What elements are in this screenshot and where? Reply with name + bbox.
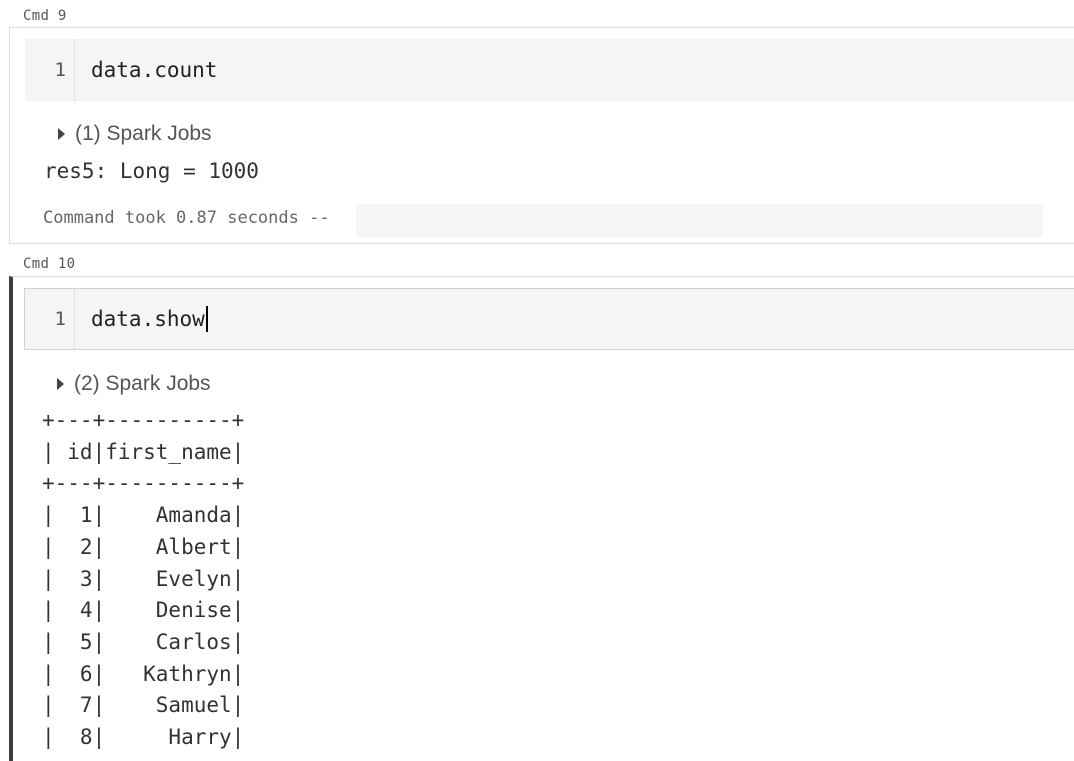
line-number: 1: [25, 289, 75, 349]
code-editor[interactable]: 1 data.count: [25, 39, 1074, 101]
cell-label-cmd-10: Cmd 10: [23, 256, 76, 272]
spark-jobs-toggle[interactable]: (2) Spark Jobs: [57, 372, 211, 396]
show-output-table: +---+----------+ | id|first_name| +---+-…: [42, 405, 244, 754]
notebook-cell-cmd-9[interactable]: 1 data.count (1) Spark Jobs res5: Long =…: [9, 27, 1074, 244]
spark-jobs-label: (1) Spark Jobs: [75, 122, 212, 145]
code-editor[interactable]: 1 data.show: [24, 288, 1074, 350]
command-footer: Command took 0.87 seconds --: [43, 208, 330, 228]
table-separator: +---+----------+: [42, 408, 245, 432]
command-result: res5: Long = 1000: [44, 159, 259, 183]
table-header-row: | id|first_name|: [42, 439, 245, 464]
table-row: | 2| Albert|: [42, 534, 245, 559]
table-separator: +---+----------+: [42, 471, 245, 496]
table-row: | 4| Denise|: [42, 598, 245, 623]
line-number: 1: [25, 39, 75, 101]
code-text: data.show: [91, 307, 205, 331]
cell-label-cmd-9: Cmd 9: [23, 8, 67, 24]
table-row: | 6| Kathryn|: [42, 661, 245, 686]
triangle-right-icon[interactable]: [58, 128, 65, 140]
code-line[interactable]: data.show: [75, 289, 208, 349]
spark-jobs-label: (2) Spark Jobs: [74, 372, 211, 395]
footer-info-area: [356, 204, 1043, 237]
triangle-right-icon[interactable]: [57, 378, 64, 390]
table-row: | 7| Samuel|: [42, 693, 245, 718]
table-row: | 3| Evelyn|: [42, 566, 245, 591]
text-cursor: [205, 306, 208, 332]
table-row: | 1| Amanda|: [42, 503, 245, 528]
table-row: | 8| Harry|: [42, 725, 245, 750]
code-text: data.count: [91, 58, 218, 82]
code-line[interactable]: data.count: [75, 39, 217, 101]
notebook-cell-cmd-10[interactable]: 1 data.show (2) Spark Jobs +---+--------…: [9, 276, 1074, 761]
table-row: | 5| Carlos|: [42, 629, 245, 654]
spark-jobs-toggle[interactable]: (1) Spark Jobs: [58, 122, 212, 146]
